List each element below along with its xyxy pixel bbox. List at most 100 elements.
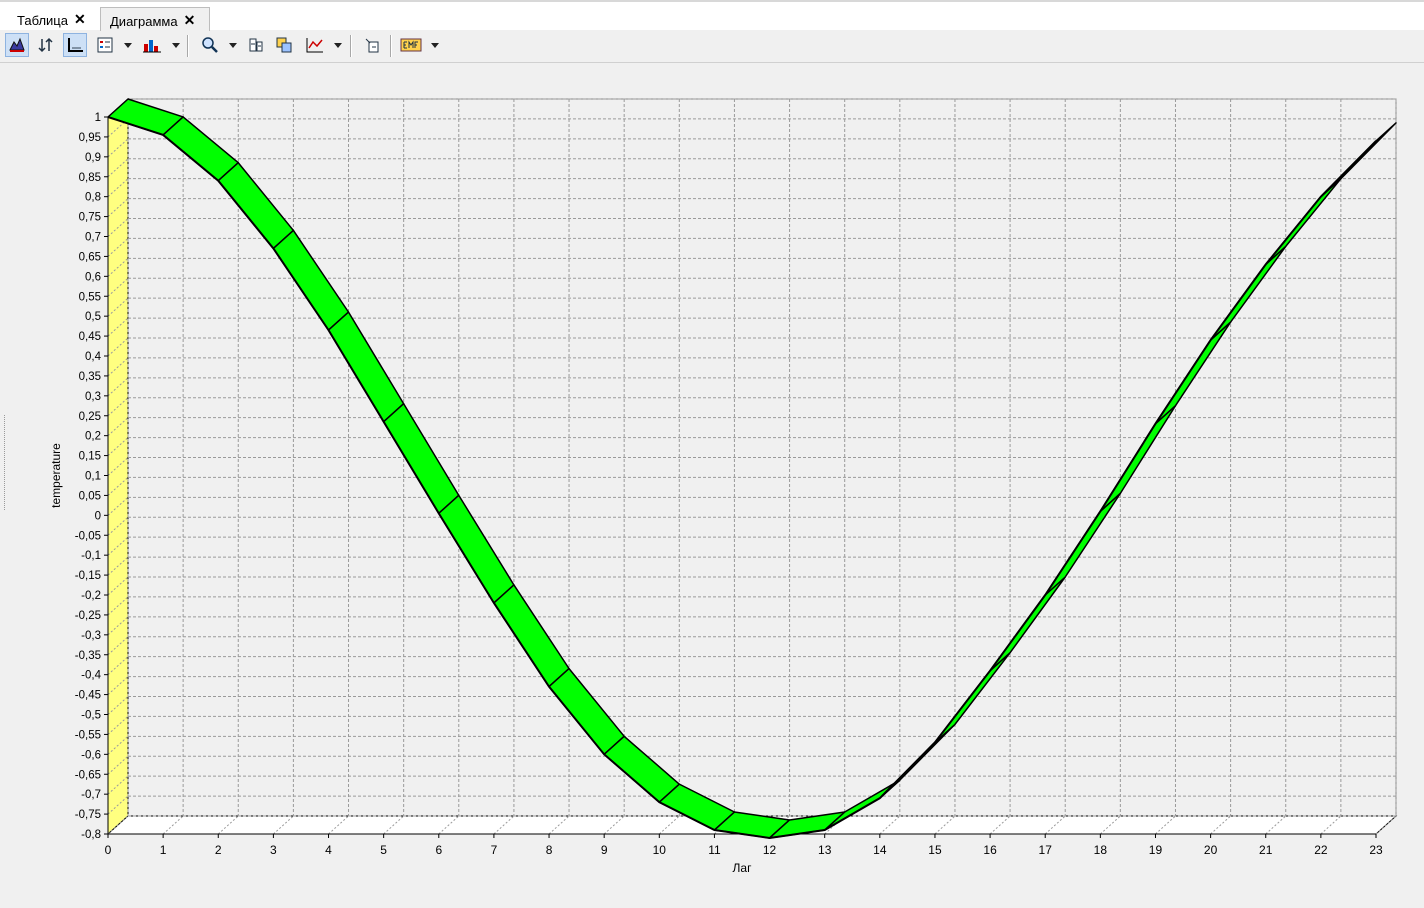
tab-chart-label: Диаграмма (110, 14, 178, 29)
fit-icon (249, 38, 263, 52)
x-tick-label: 23 (1369, 843, 1383, 857)
emf-dropdown-arrow[interactable] (431, 43, 439, 48)
y-tick-label: -0,2 (81, 590, 101, 602)
legend-button[interactable] (93, 33, 117, 57)
legend-dropdown-arrow[interactable] (124, 43, 132, 48)
x-tick-label: 14 (873, 843, 887, 857)
x-tick-label: 9 (601, 843, 608, 857)
zoom-button[interactable] (198, 33, 222, 57)
tab-bar: Таблица ✕ Диаграмма ✕ (0, 0, 1424, 32)
y-tick-label: 0,85 (79, 172, 101, 184)
toolbar-separator (187, 35, 189, 57)
y-tick-label: 0,1 (85, 471, 101, 483)
y-tick-label: -0,3 (81, 630, 101, 642)
x-tick-label: 0 (105, 843, 112, 857)
y-tick-label: 0,15 (79, 451, 101, 463)
y-tick-label: 0,6 (85, 271, 101, 283)
y-tick-label: -0,4 (81, 670, 101, 682)
x-tick-label: 1 (160, 843, 167, 857)
x-tick-label: 2 (215, 843, 222, 857)
x-tick-label: 21 (1259, 843, 1273, 857)
export-icon (365, 38, 379, 53)
y-tick-label: 0,3 (85, 391, 101, 403)
chart-3d-icon (9, 37, 25, 52)
emf-icon (400, 38, 422, 52)
copy-chart-button[interactable] (272, 33, 296, 57)
axes-button[interactable] (63, 33, 87, 57)
y-tick-label: 0,45 (79, 331, 101, 343)
x-tick-label: 11 (708, 843, 721, 857)
line-chart-icon (306, 38, 323, 53)
x-tick-label: 6 (435, 843, 442, 857)
y-tick-label: 0,7 (85, 232, 101, 244)
y-tick-label: 0,35 (79, 371, 101, 383)
y-tick-label: 0,9 (85, 152, 101, 164)
y-tick-label: -0,55 (75, 729, 101, 741)
x-tick-label: 15 (928, 843, 942, 857)
tab-table-close-icon[interactable]: ✕ (74, 12, 86, 32)
x-tick-label: 3 (270, 843, 277, 857)
chart-3d-button[interactable] (5, 33, 29, 57)
y-tick-label: -0,45 (75, 690, 101, 702)
y-tick-label: 0,2 (85, 431, 101, 443)
y-tick-label: -0,15 (75, 570, 101, 582)
x-tick-label: 20 (1204, 843, 1218, 857)
line-chart-button[interactable] (303, 33, 327, 57)
y-tick-label: 1 (95, 112, 101, 124)
copy-chart-icon (276, 37, 292, 53)
y-tick-label: -0,1 (81, 550, 101, 562)
y-tick-label: -0,75 (75, 809, 101, 821)
zoom-icon (202, 37, 218, 53)
y-tick-label: 0,05 (79, 490, 101, 502)
y-tick-label: -0,6 (81, 749, 101, 761)
x-tick-label: 4 (325, 843, 332, 857)
tab-table[interactable]: Таблица ✕ (8, 7, 102, 32)
tab-chart-close-icon[interactable]: ✕ (184, 13, 196, 32)
axes-icon (68, 38, 83, 52)
zoom-dropdown-arrow[interactable] (229, 43, 237, 48)
x-tick-label: 8 (546, 843, 553, 857)
legend-icon (97, 37, 113, 53)
toolbar-separator (390, 35, 392, 57)
sort-button[interactable] (34, 33, 58, 57)
fit-button[interactable] (244, 33, 268, 57)
y-tick-label: -0,65 (75, 769, 101, 781)
emf-button[interactable] (399, 33, 423, 57)
y-tick-label: 0,8 (85, 192, 101, 204)
x-tick-label: 17 (1039, 843, 1053, 857)
x-tick-label: 13 (818, 843, 832, 857)
y-tick-label: -0,7 (81, 789, 101, 801)
y-tick-label: 0,4 (85, 351, 102, 363)
toolbar-separator (350, 35, 352, 57)
y-tick-label: 0,55 (79, 291, 101, 303)
x-tick-label: 22 (1314, 843, 1328, 857)
export-button[interactable] (360, 33, 384, 57)
x-tick-label: 12 (763, 843, 777, 857)
y-tick-label: 0,95 (79, 132, 101, 144)
y-tick-label: -0,35 (75, 650, 101, 662)
y-tick-label: 0 (95, 510, 101, 522)
y-tick-label: -0,5 (81, 710, 101, 722)
y-tick-label: -0,05 (75, 530, 101, 542)
y-tick-label: -0,25 (75, 610, 101, 622)
y-tick-label: 0,5 (85, 311, 101, 323)
chart-type-dropdown-arrow[interactable] (172, 43, 180, 48)
y-tick-label: 0,25 (79, 411, 101, 423)
chart-type-button[interactable] (140, 33, 164, 57)
x-tick-label: 5 (380, 843, 387, 857)
x-tick-label: 18 (1094, 843, 1108, 857)
tab-chart[interactable]: Диаграмма ✕ (100, 7, 210, 32)
y-tick-label: -0,8 (81, 829, 101, 841)
chart-type-icon (143, 40, 161, 53)
chart-toolbar (0, 31, 1424, 63)
x-tick-label: 10 (653, 843, 667, 857)
y-tick-label: 0,65 (79, 251, 101, 263)
line-chart-dropdown-arrow[interactable] (334, 43, 342, 48)
tab-table-label: Таблица (17, 13, 68, 28)
x-axis-title: Лаг (733, 861, 753, 875)
x-tick-label: 16 (983, 843, 997, 857)
y-axis-title: temperature (49, 443, 63, 508)
x-tick-label: 7 (491, 843, 498, 857)
y-tick-label: 0,75 (79, 212, 101, 224)
chart-area: 10,950,90,850,80,750,70,650,60,550,50,45… (49, 97, 1398, 875)
